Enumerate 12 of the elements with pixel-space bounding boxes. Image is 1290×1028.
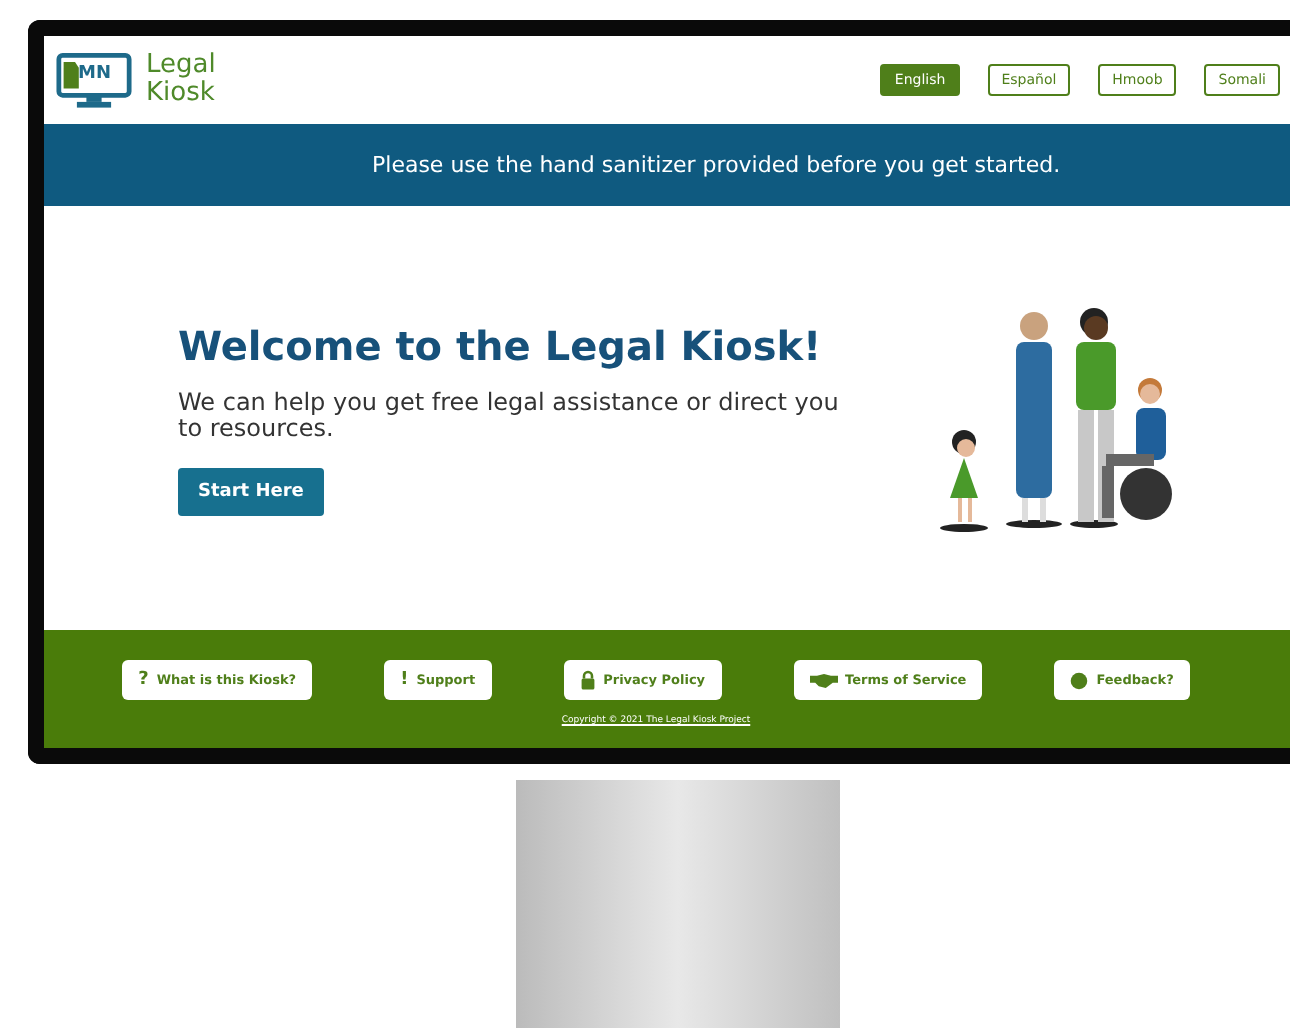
glyph-icon: ? (138, 670, 149, 690)
logo-mark: MN (78, 63, 111, 83)
banner-text: Please use the hand sanitizer provided before you get started. (372, 152, 1061, 178)
hero-title: Welcome to the Legal Kiosk! (178, 321, 824, 369)
start-button[interactable]: Start Here (178, 467, 324, 515)
logo-text: Kiosk (146, 80, 216, 108)
monitor-logo-icon (56, 51, 132, 109)
hero-subtitle: We can help you get free legal assistance or direct you to resources. (178, 389, 841, 441)
glyph-icon: ! (400, 670, 409, 690)
handshake-icon (809, 671, 838, 689)
lock-icon (579, 670, 596, 690)
logo-text: Legal (146, 52, 216, 80)
